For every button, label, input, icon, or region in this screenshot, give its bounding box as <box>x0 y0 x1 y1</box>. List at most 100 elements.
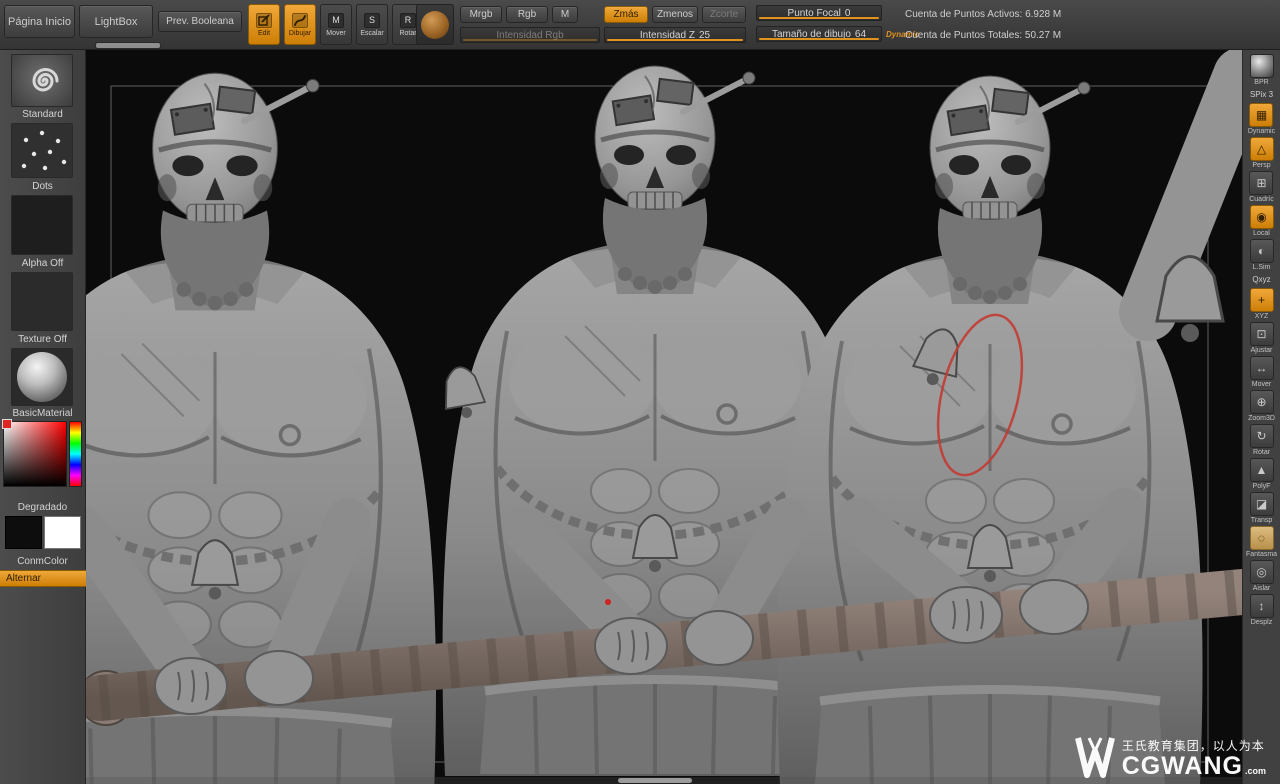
secondary-color-swatch[interactable] <box>44 516 81 549</box>
watermark-brand: CGWANG <box>1122 754 1243 779</box>
alpha-thumbnail[interactable] <box>11 195 73 255</box>
prev-booleana-button[interactable]: Prev. Booleana <box>158 11 242 32</box>
mover-icon: ↔ <box>1250 356 1274 380</box>
dibujar-label: Dibujar <box>289 30 311 37</box>
color-picker[interactable] <box>3 421 82 487</box>
mover-label: Mover <box>326 30 345 37</box>
desplz-label: Desplz <box>1251 619 1272 626</box>
right-shelf: BPRSPix 3▦Dynamic△Persp⊞Cuadríc◉Local◐L.… <box>1242 50 1280 784</box>
sculpt-viewport[interactable] <box>86 50 1242 784</box>
ajustar-icon: ⊡ <box>1250 322 1274 346</box>
brush-icon <box>292 13 308 28</box>
mrgb-button[interactable]: Mrgb <box>460 6 502 23</box>
transp-label: Transp <box>1251 517 1273 524</box>
current-color-swatch[interactable] <box>2 419 12 429</box>
rotar-label: Rotar <box>1253 449 1270 456</box>
spiral-icon <box>12 55 73 107</box>
brush-preview[interactable] <box>416 4 454 45</box>
prev-booleana-label: Prev. Booleana <box>166 16 234 27</box>
edit-icon <box>256 13 272 28</box>
document-canvas[interactable] <box>86 50 1242 784</box>
lightbox-label: LightBox <box>95 16 138 28</box>
intensidad-rgb-slider[interactable]: Intensidad Rgb <box>460 27 600 43</box>
main-color-swatch[interactable] <box>5 516 42 549</box>
punto-focal-slider[interactable]: Punto Focal 0 <box>756 5 882 21</box>
zmenos-button[interactable]: Zmenos <box>652 6 698 23</box>
bpr-label: BPR <box>1254 79 1268 86</box>
right-shelf-item-l-sim[interactable]: ◐L.Sim <box>1250 239 1274 271</box>
right-shelf-item-cuadr-c[interactable]: ⊞Cuadríc <box>1249 171 1274 203</box>
zcorte-button[interactable]: Zcorte <box>702 6 746 23</box>
puntos-totales-text: Cuenta de Puntos Totales: 50.27 M <box>905 30 1061 41</box>
brush-label: Standard <box>0 109 85 120</box>
gradient-label: Degradado <box>0 502 85 513</box>
right-shelf-item-polyf[interactable]: ▲PolyF <box>1250 458 1274 490</box>
polyf-icon: ▲ <box>1250 458 1274 482</box>
right-shelf-item-xyz[interactable]: +XYZ <box>1250 288 1274 320</box>
texture-label: Texture Off <box>0 334 85 345</box>
canvas-hscrollbar[interactable] <box>86 777 1242 784</box>
l-sim-label: L.Sim <box>1253 264 1271 271</box>
cuadr-c-icon: ⊞ <box>1249 171 1273 195</box>
saturation-gradient[interactable] <box>3 421 67 487</box>
l-sim-icon: ◐ <box>1250 239 1274 263</box>
escalar-gyro-button[interactable]: S Escalar <box>356 4 388 45</box>
material-sphere-icon <box>17 352 67 402</box>
aislar-icon: ◎ <box>1250 560 1274 584</box>
left-shelf: Standard Dots Alpha Off Texture Off Basi… <box>0 50 86 784</box>
dynamic-icon: ▦ <box>1249 103 1273 127</box>
right-shelf-item-local[interactable]: ◉Local <box>1250 205 1274 237</box>
right-shelf-item-ajustar[interactable]: ⊡Ajustar <box>1250 322 1274 354</box>
mover-gyro-button[interactable]: M Mover <box>320 4 352 45</box>
tamano-dibujo-slider[interactable]: Tamaño de dibujo 64 <box>756 26 882 42</box>
cgwang-logo-icon <box>1075 735 1115 779</box>
alternar-label: Alternar <box>6 573 41 584</box>
dibujar-button[interactable]: Dibujar <box>284 4 316 45</box>
persp-icon: △ <box>1250 137 1274 161</box>
edit-button[interactable]: Edit <box>248 4 280 45</box>
right-shelf-item-desplz[interactable]: ↕Desplz <box>1250 594 1274 626</box>
canvas-hscrollbar-handle[interactable] <box>618 778 692 783</box>
pagina-inicio-button[interactable]: Página Inicio <box>4 5 75 38</box>
lightbox-button[interactable]: LightBox <box>79 5 153 38</box>
right-shelf-item-fantasma[interactable]: ◌Fantasma <box>1246 526 1277 558</box>
local-label: Local <box>1253 230 1270 237</box>
right-shelf-item-mover[interactable]: ↔Mover <box>1250 356 1274 388</box>
watermark-tld: .com <box>1245 766 1266 776</box>
stroke-thumbnail[interactable] <box>11 123 73 178</box>
move-icon: M <box>328 13 344 28</box>
zmas-button[interactable]: Zmás <box>604 6 648 23</box>
top-scrollbar-handle[interactable] <box>96 43 160 48</box>
right-shelf-item-qxyz[interactable]: Qxyz <box>1252 273 1270 286</box>
right-shelf-item-dynamic[interactable]: ▦Dynamic <box>1248 103 1275 135</box>
right-shelf-item-persp[interactable]: △Persp <box>1250 137 1274 169</box>
stroke-label: Dots <box>0 181 85 192</box>
cuadr-c-label: Cuadríc <box>1249 196 1274 203</box>
spix-3-label: SPix 3 <box>1250 88 1273 101</box>
hue-strip[interactable] <box>69 421 82 487</box>
puntos-activos-text: Cuenta de Puntos Activos: 6.928 M <box>905 9 1061 20</box>
right-shelf-item-rotar[interactable]: ↻Rotar <box>1250 424 1274 456</box>
fantasma-icon: ◌ <box>1250 526 1274 550</box>
right-shelf-item-transp[interactable]: ◪Transp <box>1250 492 1274 524</box>
rotar-icon: ↻ <box>1250 424 1274 448</box>
right-shelf-item-spix-3[interactable]: SPix 3 <box>1250 88 1273 101</box>
texture-thumbnail[interactable] <box>11 272 73 331</box>
local-icon: ◉ <box>1250 205 1274 229</box>
fantasma-label: Fantasma <box>1246 551 1277 558</box>
zoom3d-label: Zoom3D <box>1248 415 1275 422</box>
intensidad-z-slider[interactable]: Intensidad Z 25 <box>604 27 746 43</box>
m-button[interactable]: M <box>552 6 578 23</box>
polyf-label: PolyF <box>1253 483 1271 490</box>
transp-icon: ◪ <box>1250 492 1274 516</box>
right-shelf-item-bpr[interactable]: BPR <box>1250 54 1274 86</box>
rotar-label: Rotar <box>399 30 416 37</box>
alternar-button[interactable]: Alternar <box>0 570 86 587</box>
rotate-icon: R <box>400 13 416 28</box>
right-shelf-item-aislar[interactable]: ◎Aislar <box>1250 560 1274 592</box>
rgb-button[interactable]: Rgb <box>506 6 548 23</box>
brush-thumbnail[interactable] <box>11 54 73 107</box>
right-shelf-item-zoom3d[interactable]: ⊕Zoom3D <box>1248 390 1275 422</box>
material-thumbnail[interactable] <box>11 348 73 406</box>
persp-label: Persp <box>1252 162 1270 169</box>
